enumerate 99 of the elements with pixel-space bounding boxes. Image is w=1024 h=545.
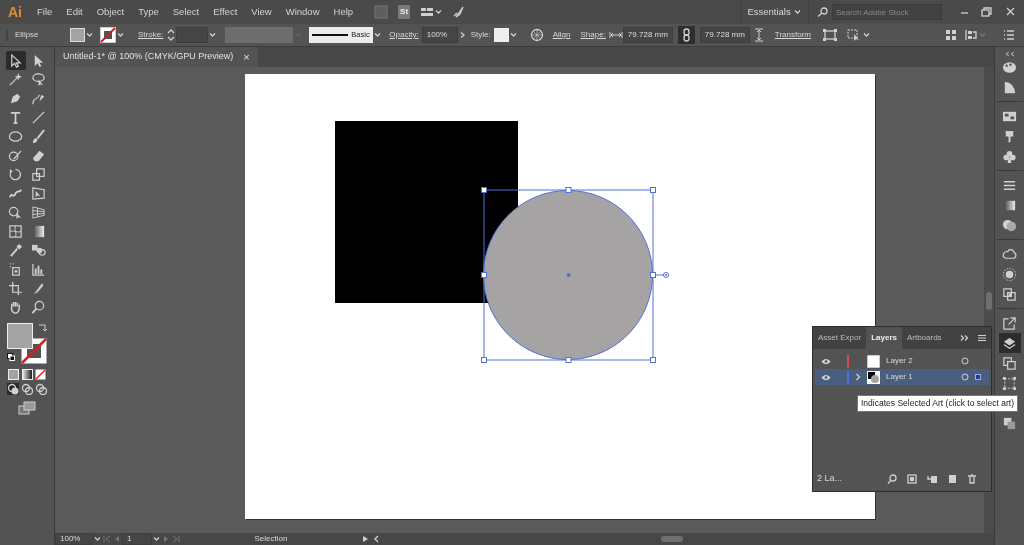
tab-close-icon[interactable]: × — [243, 48, 250, 66]
caret-icon[interactable] — [208, 31, 218, 39]
recolor-icon[interactable] — [529, 28, 544, 42]
target-circle-icon[interactable] — [961, 373, 969, 381]
align-link[interactable]: Align — [549, 29, 574, 41]
caret-icon[interactable] — [85, 31, 94, 39]
search-icon[interactable] — [887, 474, 897, 484]
caret-icon[interactable] — [373, 31, 383, 39]
fill-swatch[interactable] — [70, 28, 85, 42]
expand-chevron-icon[interactable] — [855, 373, 861, 381]
rocket-icon[interactable] — [451, 5, 466, 19]
panel-tab[interactable]: Layers — [866, 327, 902, 349]
layer-row[interactable]: Layer 1 — [815, 369, 989, 385]
menu-item[interactable]: Edit — [59, 4, 90, 20]
caret-icon[interactable] — [116, 31, 125, 39]
transform-link[interactable]: Transform — [771, 29, 814, 41]
selected-art-indicator[interactable] — [975, 374, 981, 380]
line-sample-icon — [312, 33, 349, 37]
panel-tab[interactable]: Artboards — [901, 327, 947, 349]
fill-swatch[interactable] — [7, 323, 33, 349]
search-icon — [817, 7, 829, 17]
style-label: Style: — [469, 29, 492, 41]
bounding-box-icon[interactable] — [822, 28, 838, 42]
layer-name: Layer 2 — [886, 355, 913, 367]
scroll-left-icon[interactable] — [373, 535, 381, 543]
layer-count: 2 La... — [817, 472, 843, 486]
menu-item[interactable]: Object — [89, 4, 132, 20]
menu-item[interactable]: Type — [131, 4, 166, 20]
menu-item[interactable]: Window — [278, 4, 327, 20]
eye-icon[interactable] — [821, 373, 831, 381]
stock-logo[interactable]: St — [398, 5, 411, 19]
search-field[interactable]: Search Adobe Stock — [832, 4, 942, 20]
tooltip: Indicates Selected Art (click to select art) — [857, 395, 1019, 412]
scrollbar-thumb[interactable] — [986, 292, 992, 310]
draw-normal-icon[interactable] — [6, 382, 19, 395]
menu-item[interactable]: Select — [165, 4, 207, 20]
eye-icon[interactable] — [821, 357, 831, 365]
width-field[interactable]: 79.728 mm — [622, 27, 673, 43]
height-icon — [753, 28, 764, 42]
menu-item[interactable]: Effect — [206, 4, 245, 20]
caret-icon[interactable] — [508, 31, 518, 39]
first-page-icon — [102, 535, 112, 543]
new-layer-icon[interactable] — [947, 474, 957, 484]
color-mode-icon[interactable] — [8, 369, 20, 381]
list-menu-icon[interactable] — [1002, 28, 1016, 42]
scrollbar-thumb[interactable] — [661, 536, 683, 542]
rectangle-shape[interactable] — [335, 121, 518, 303]
menu-item[interactable]: View — [244, 4, 279, 20]
default-colors-icon[interactable] — [7, 353, 15, 361]
stroke-label[interactable]: Stroke: — [135, 29, 167, 41]
clipping-mask-icon[interactable] — [907, 474, 917, 484]
document-tab[interactable]: Untitled-1* @ 100% (CMYK/GPU Preview) × — [55, 47, 258, 67]
opacity-field[interactable]: 100% — [421, 27, 458, 43]
gradient-mode-icon[interactable] — [21, 369, 33, 381]
graphic-style-swatch[interactable] — [493, 28, 509, 42]
menu-item[interactable]: File — [30, 4, 60, 20]
width-icon — [608, 31, 623, 39]
layer-thumbnail — [867, 370, 880, 384]
stroke-none-swatch[interactable] — [100, 27, 116, 43]
app-logo: Ai — [7, 2, 23, 22]
play-icon[interactable] — [361, 535, 369, 543]
layer-row[interactable]: Layer 2 — [815, 353, 989, 369]
collapse-icon[interactable] — [959, 334, 971, 342]
panel-menu-icon[interactable] — [977, 334, 987, 342]
trash-icon[interactable] — [967, 474, 977, 484]
stroke-weight-field[interactable] — [176, 27, 209, 43]
page-field[interactable]: 1 — [122, 533, 152, 545]
last-page-icon — [171, 535, 181, 543]
selection-type: Ellipse — [14, 29, 40, 41]
layout-icon[interactable] — [420, 6, 435, 18]
caret-icon[interactable] — [434, 8, 444, 16]
none-mode-icon[interactable] — [34, 369, 46, 381]
screen-mode-icon[interactable] — [18, 400, 36, 415]
arrange-icon[interactable] — [964, 28, 978, 42]
caret-icon — [978, 31, 988, 39]
grid-icon[interactable] — [944, 28, 958, 42]
caret-icon[interactable] — [862, 31, 871, 39]
panel-tab[interactable]: Asset Expor — [813, 327, 867, 349]
draw-inside-icon[interactable] — [35, 382, 48, 395]
collapse-icon[interactable] — [1004, 51, 1015, 57]
draw-behind-icon[interactable] — [21, 382, 33, 395]
menu-item[interactable]: Help — [326, 4, 361, 20]
zoom-field[interactable]: 100% — [55, 533, 93, 545]
spinner-icon[interactable] — [166, 27, 177, 43]
layers-icon[interactable] — [998, 333, 1021, 353]
caret-icon[interactable] — [152, 535, 161, 543]
status-text: Selection — [253, 533, 289, 545]
layer-thumbnail — [867, 354, 880, 368]
new-sublayer-icon[interactable] — [927, 474, 937, 484]
opacity-label[interactable]: Opacity: — [386, 29, 422, 41]
shape-label[interactable]: Shape: — [577, 29, 609, 41]
isolate-icon[interactable] — [846, 28, 862, 42]
link-button[interactable] — [677, 26, 695, 44]
height-field[interactable]: 79.728 mm — [699, 27, 750, 43]
target-circle-icon[interactable] — [961, 357, 969, 365]
swap-arrows-icon[interactable] — [38, 323, 47, 332]
caret-icon[interactable] — [93, 535, 102, 543]
layer-name: Layer 1 — [886, 371, 913, 383]
caret-icon — [793, 8, 802, 16]
